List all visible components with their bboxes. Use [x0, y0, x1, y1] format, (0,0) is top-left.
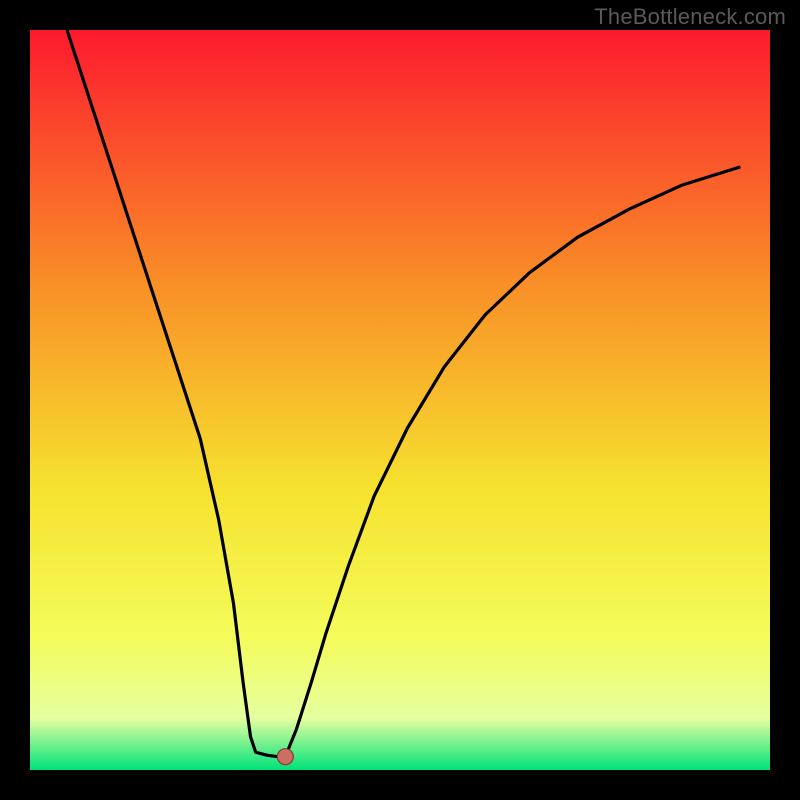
minimum-dot [277, 749, 293, 765]
chart-svg [0, 0, 800, 800]
chart-frame: TheBottleneck.com [0, 0, 800, 800]
plot-area [30, 30, 770, 770]
watermark-text: TheBottleneck.com [594, 4, 786, 30]
